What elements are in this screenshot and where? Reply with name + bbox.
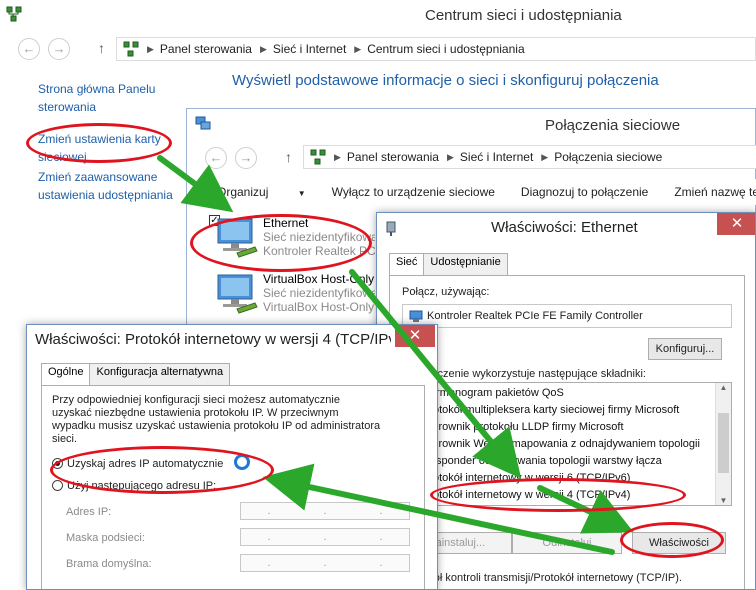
annotation-overlay [157,155,634,555]
green-arrow [157,155,634,555]
